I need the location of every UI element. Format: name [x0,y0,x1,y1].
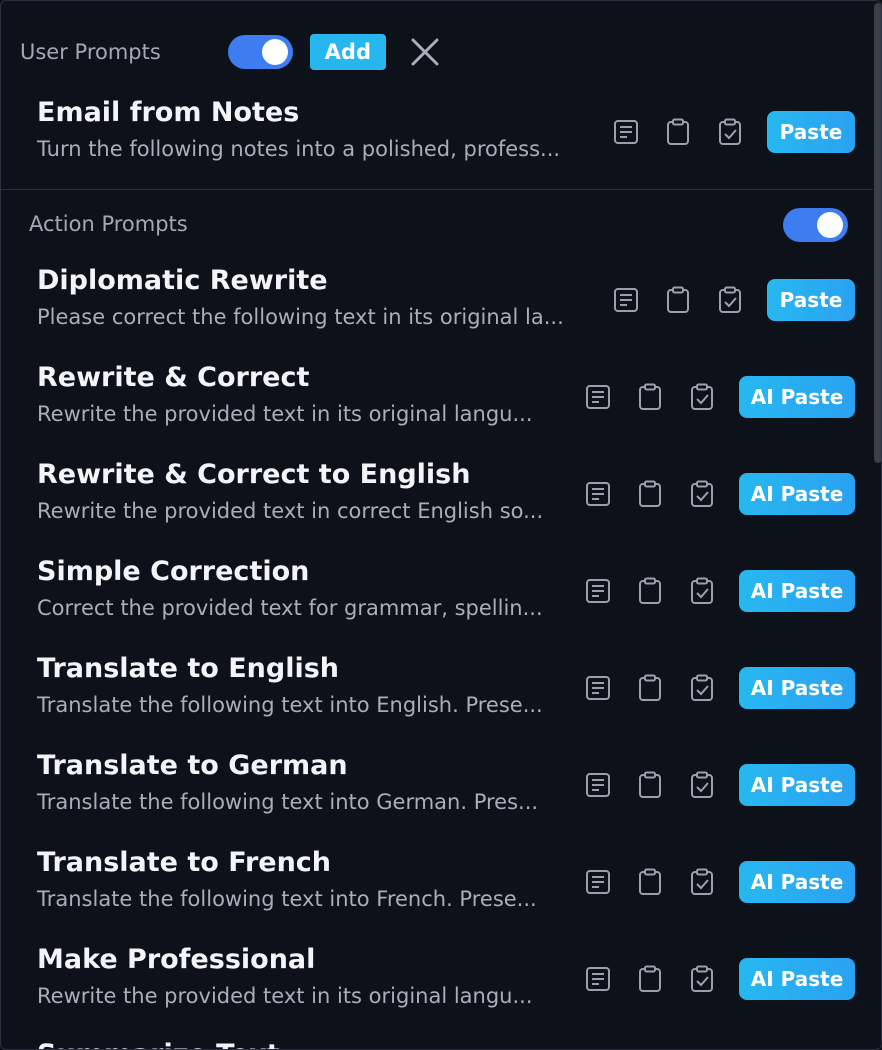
prompt-description: Rewrite the provided text in its origina… [37,984,533,1008]
prompt-title: Translate to German [37,750,348,781]
prompt-title: Email from Notes [37,97,300,128]
prompt-actions: AI Paste [583,764,855,806]
prompt-title: Translate to French [37,847,332,878]
clipboard-check-icon[interactable] [687,576,717,606]
document-lines-icon[interactable] [583,382,613,412]
prompt-description: Rewrite the provided text in correct Eng… [37,499,544,523]
document-lines-icon[interactable] [611,117,641,147]
prompt-actions: AI Paste [583,570,855,612]
clipboard-icon[interactable] [635,964,665,994]
ai-paste-button[interactable]: AI Paste [739,376,855,418]
scrollbar-thumb[interactable] [874,3,881,463]
prompts-panel: User Prompts Add Email from Notes Turn t… [0,0,882,1050]
prompt-title: Diplomatic Rewrite [37,265,328,296]
clipboard-icon[interactable] [635,673,665,703]
clipboard-check-icon[interactable] [687,867,717,897]
clipboard-icon[interactable] [635,382,665,412]
clipboard-icon[interactable] [635,479,665,509]
prompt-actions: AI Paste [583,861,855,903]
prompt-description: Turn the following notes into a polished… [37,137,561,161]
toggle-knob [261,39,288,65]
prompt-actions: Paste [611,111,855,153]
action-prompts-title: Action Prompts [29,212,188,236]
prompt-actions: AI Paste [583,473,855,515]
document-lines-icon[interactable] [583,867,613,897]
prompt-actions: AI Paste [583,667,855,709]
document-lines-icon[interactable] [611,285,641,315]
clipboard-icon[interactable] [635,867,665,897]
user-prompts-title: User Prompts [20,40,161,64]
prompt-actions: AI Paste [583,958,855,1000]
clipboard-icon[interactable] [663,285,693,315]
clipboard-icon[interactable] [635,770,665,800]
clipboard-check-icon[interactable] [715,285,745,315]
prompt-item-rewrite-correct-english[interactable]: Rewrite & Correct to English Rewrite the… [37,459,857,539]
prompt-item-simple-correction[interactable]: Simple Correction Correct the provided t… [37,556,857,636]
clipboard-check-icon[interactable] [687,770,717,800]
clipboard-icon[interactable] [635,576,665,606]
paste-button[interactable]: Paste [767,279,855,321]
clipboard-check-icon[interactable] [687,382,717,412]
prompt-title: Rewrite & Correct [37,362,310,393]
action-prompts-header: Action Prompts [29,206,849,246]
prompt-item-partial-title[interactable]: Summarize Text [37,1039,280,1049]
document-lines-icon[interactable] [583,964,613,994]
user-prompts-toggle[interactable] [227,35,293,69]
document-lines-icon[interactable] [583,673,613,703]
clipboard-check-icon[interactable] [687,964,717,994]
prompt-actions: Paste [611,279,855,321]
prompt-description: Please correct the following text in its… [37,305,564,329]
document-lines-icon[interactable] [583,576,613,606]
ai-paste-button[interactable]: AI Paste [739,764,855,806]
user-prompts-header: User Prompts Add [20,33,442,71]
prompt-actions: AI Paste [583,376,855,418]
prompt-item-translate-english[interactable]: Translate to English Translate the follo… [37,653,857,733]
prompt-item-translate-french[interactable]: Translate to French Translate the follow… [37,847,857,927]
prompt-item-translate-german[interactable]: Translate to German Translate the follow… [37,750,857,830]
clipboard-check-icon[interactable] [687,479,717,509]
prompt-description: Translate the following text into French… [37,887,537,911]
ai-paste-button[interactable]: AI Paste [739,570,855,612]
prompt-item-email-from-notes[interactable]: Email from Notes Turn the following note… [37,97,857,177]
paste-button[interactable]: Paste [767,111,855,153]
prompt-title: Translate to English [37,653,340,684]
clipboard-check-icon[interactable] [715,117,745,147]
prompt-description: Translate the following text into German… [37,790,539,814]
ai-paste-button[interactable]: AI Paste [739,958,855,1000]
add-prompt-button[interactable]: Add [309,34,386,70]
toggle-knob [817,212,843,238]
ai-paste-button[interactable]: AI Paste [739,861,855,903]
ai-paste-button[interactable]: AI Paste [739,667,855,709]
prompt-description: Translate the following text into Englis… [37,693,543,717]
prompt-item-rewrite-correct[interactable]: Rewrite & Correct Rewrite the provided t… [37,362,857,442]
prompt-item-diplomatic-rewrite[interactable]: Diplomatic Rewrite Please correct the fo… [37,265,857,345]
document-lines-icon[interactable] [583,770,613,800]
prompt-title: Rewrite & Correct to English [37,459,471,490]
action-prompts-toggle[interactable] [783,208,848,242]
ai-paste-button[interactable]: AI Paste [739,473,855,515]
document-lines-icon[interactable] [583,479,613,509]
section-divider [1,189,873,190]
prompt-title: Make Professional [37,944,316,975]
prompt-description: Rewrite the provided text in its origina… [37,402,533,426]
prompt-description: Correct the provided text for grammar, s… [37,596,543,620]
close-icon[interactable] [408,35,442,69]
clipboard-icon[interactable] [663,117,693,147]
clipboard-check-icon[interactable] [687,673,717,703]
prompt-title: Simple Correction [37,556,310,587]
prompt-item-make-professional[interactable]: Make Professional Rewrite the provided t… [37,944,857,1024]
